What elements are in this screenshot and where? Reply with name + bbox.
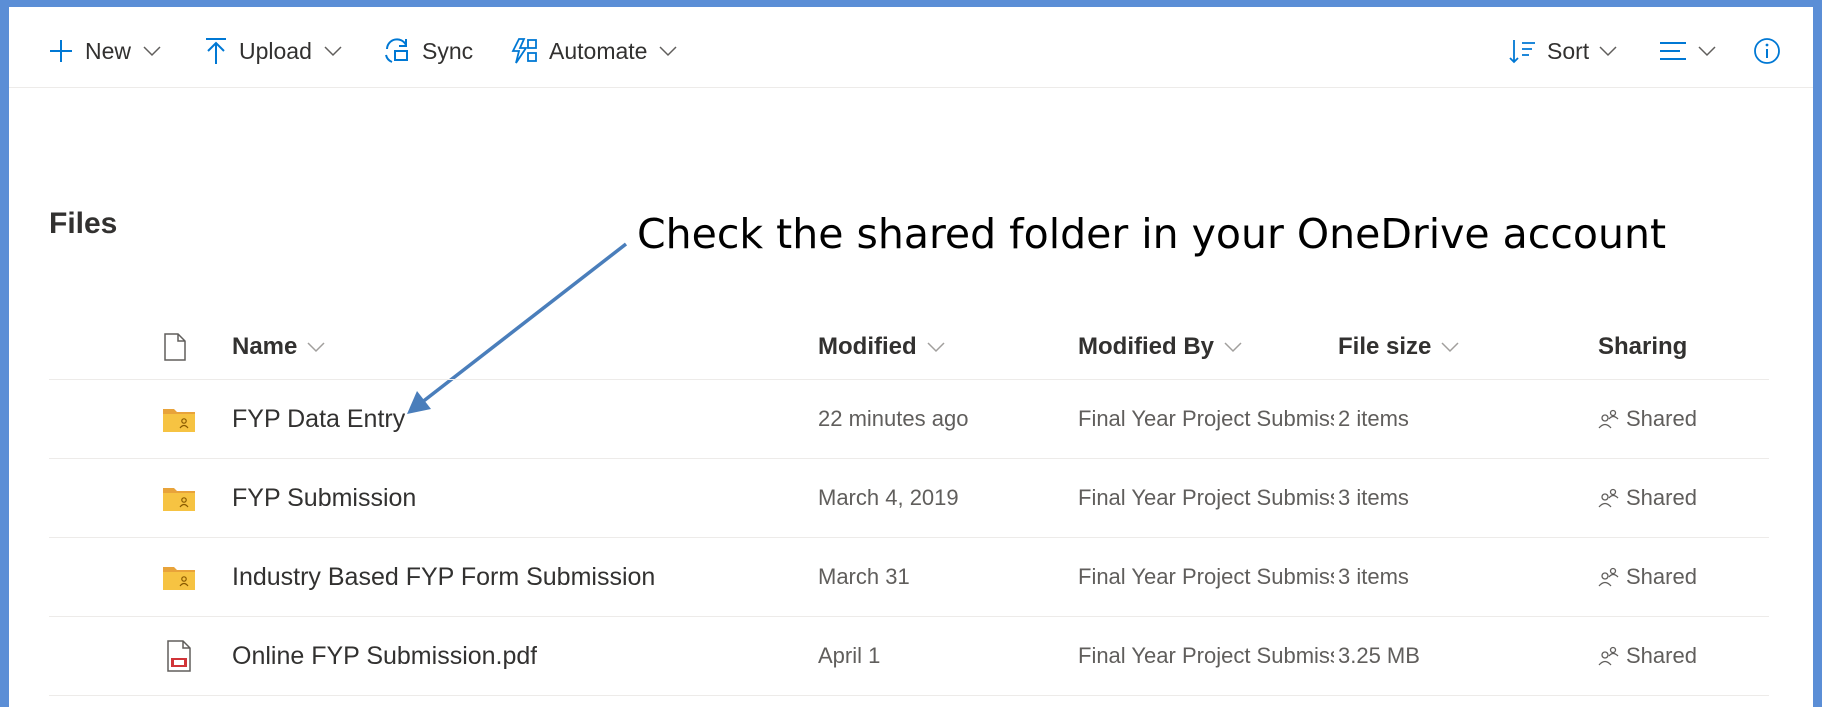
file-row[interactable]: Industry Based FYP Form Submission March… [49,538,1769,617]
pdf-file-icon [165,617,193,695]
file-size-column-header[interactable]: File size [1338,315,1459,379]
modified-column-label: Modified [818,333,917,360]
file-row[interactable]: Online FYP Submission.pdf April 1 Final … [49,617,1769,696]
file-type-column-header[interactable] [163,315,187,379]
modified-value: March 4, 2019 [818,485,959,510]
sharing-status[interactable]: Shared [1598,538,1697,616]
shared-folder-icon [162,459,196,537]
sharing-label: Shared [1626,406,1697,431]
sharing-column-header: Sharing [1598,315,1687,379]
file-size-value: 2 items [1338,406,1409,431]
file-size-value: 3 items [1338,485,1409,510]
people-icon [1598,646,1619,666]
modified-value: March 31 [818,564,910,589]
file-row[interactable]: FYP Submission March 4, 2019 Final Year … [49,459,1769,538]
file-size-column-label: File size [1338,333,1432,360]
shared-folder-icon [162,538,196,616]
file-name[interactable]: Online FYP Submission.pdf [232,617,537,695]
file-name[interactable]: Industry Based FYP Form Submission [232,538,655,616]
file-size-value: 3 items [1338,564,1409,589]
sharing-status[interactable]: Shared [1598,380,1697,458]
modified-by-value: Final Year Project Submissi [1078,485,1334,510]
new-item-icon [232,392,234,406]
file-name[interactable]: FYP Submission [232,459,416,537]
file-type-icon [163,332,187,362]
file-name-text: FYP Data Entry [232,404,406,433]
sharing-status[interactable]: Shared [1598,459,1697,537]
sharing-status[interactable]: Shared [1598,617,1697,695]
chevron-down-icon [1224,341,1242,353]
modified-by-value: Final Year Project Submissi [1078,406,1334,431]
sharing-label: Shared [1626,643,1697,668]
people-icon [1598,488,1619,508]
sharing-label: Shared [1626,564,1697,589]
chevron-down-icon [307,341,325,353]
file-size-value: 3.25 MB [1338,643,1420,668]
onedrive-window: New Upload Sync Automate Sort Files Chec… [9,7,1813,707]
modified-by-value: Final Year Project Submissi [1078,564,1334,589]
modified-by-column-label: Modified By [1078,333,1214,360]
modified-value: April 1 [818,643,881,668]
modified-value: 22 minutes ago [818,406,969,431]
name-column-header[interactable]: Name [232,315,325,379]
sharing-column-label: Sharing [1598,333,1688,360]
chevron-down-icon [1441,341,1459,353]
file-row[interactable]: FYP Data Entry 22 minutes ago Final Year… [49,380,1769,459]
sharing-label: Shared [1626,485,1697,510]
modified-by-value: Final Year Project Submissi [1078,643,1334,668]
chevron-down-icon [927,341,945,353]
shared-folder-icon [162,380,196,458]
file-list-header: Name Modified Modified By File size Shar… [49,315,1769,380]
people-icon [1598,567,1619,587]
name-column-label: Name [232,333,298,360]
modified-by-column-header[interactable]: Modified By [1078,315,1242,379]
people-icon [1598,409,1619,429]
modified-column-header[interactable]: Modified [818,315,945,379]
file-name[interactable]: FYP Data Entry [232,380,405,458]
